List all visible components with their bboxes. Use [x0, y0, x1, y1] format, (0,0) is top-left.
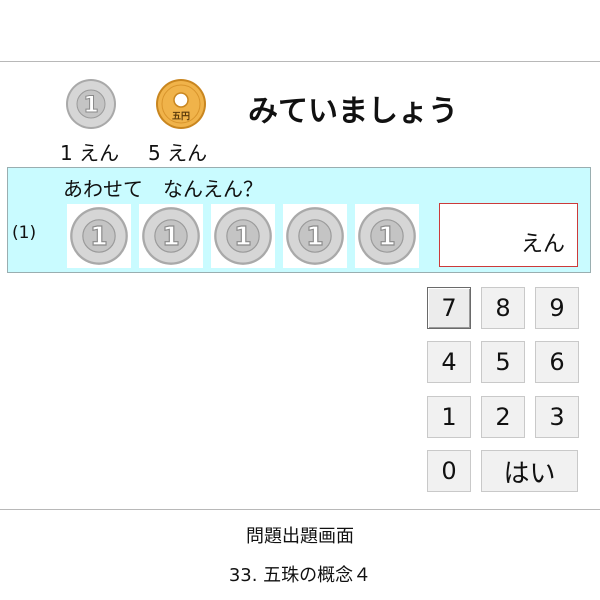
one-yen-coin-icon: 1 — [355, 204, 419, 268]
key-8[interactable]: 8 — [481, 287, 525, 329]
key-2[interactable]: 2 — [481, 396, 525, 438]
one-yen-label: 1 えん — [60, 141, 120, 165]
key-4[interactable]: 4 — [427, 341, 471, 383]
one-yen-coin-icon: 1 — [67, 204, 131, 268]
key-0[interactable]: 0 — [427, 450, 471, 492]
question-prompt: あわせて なんえん？ — [63, 177, 263, 201]
key-3[interactable]: 3 — [535, 396, 579, 438]
one-yen-coin-icon: 1 — [211, 204, 275, 268]
coin-face-label: 1 — [90, 221, 108, 251]
coin-face-label: 1 — [234, 221, 252, 251]
five-yen-coin-icon: 五円 — [155, 78, 207, 130]
coin-face-label: 五円 — [172, 111, 190, 122]
top-divider — [0, 61, 600, 62]
key-7[interactable]: 7 — [427, 287, 471, 329]
page-title: みていましょう — [248, 94, 458, 129]
key-1[interactable]: 1 — [427, 396, 471, 438]
answer-input[interactable]: えん — [439, 203, 578, 267]
one-yen-coin-icon: 1 — [283, 204, 347, 268]
answer-unit: えん — [520, 232, 565, 257]
lesson-title: 33. 五珠の概念４ — [228, 565, 372, 586]
question-panel: あわせて なんえん？ (1) 1 1 1 1 1 えん — [7, 167, 591, 273]
question-number: (1) — [12, 223, 37, 243]
bottom-divider — [0, 509, 600, 510]
one-yen-coin-icon: 1 — [139, 204, 203, 268]
coin-face-label: 1 — [83, 93, 98, 118]
key-5[interactable]: 5 — [481, 341, 525, 383]
key-6[interactable]: 6 — [535, 341, 579, 383]
coin-face-label: 1 — [162, 221, 180, 251]
five-yen-label: 5 えん — [148, 141, 208, 165]
one-yen-coin-icon: 1 — [65, 78, 117, 130]
key-9[interactable]: 9 — [535, 287, 579, 329]
submit-button[interactable]: はい — [481, 450, 578, 492]
screen-name: 問題出題画面 — [246, 526, 354, 547]
coin-face-label: 1 — [306, 221, 324, 251]
coin-face-label: 1 — [378, 221, 396, 251]
